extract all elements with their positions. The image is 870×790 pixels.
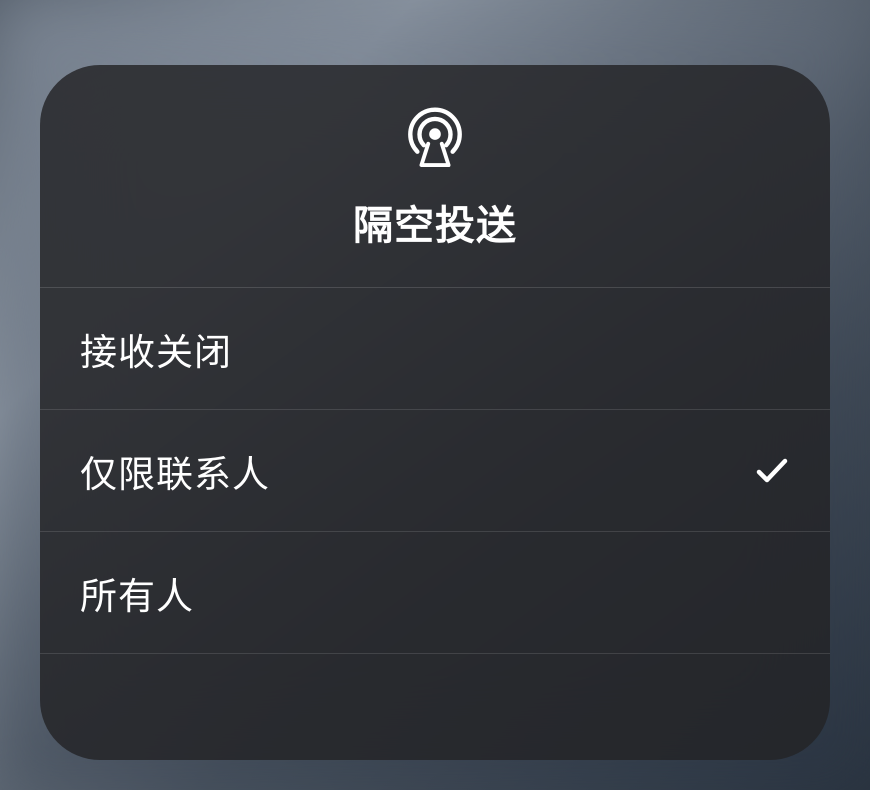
airdrop-settings-panel: 隔空投送 接收关闭 仅限联系人: [40, 65, 830, 760]
panel-title: 隔空投送: [353, 193, 517, 251]
panel-header: 隔空投送: [40, 65, 830, 288]
blurred-background: 隔空投送 接收关闭 仅限联系人: [0, 0, 870, 790]
options-list: 接收关闭 仅限联系人 所有人: [40, 288, 830, 760]
option-receiving-off[interactable]: 接收关闭: [40, 288, 830, 410]
airdrop-icon: [404, 105, 466, 167]
option-everyone[interactable]: 所有人: [40, 532, 830, 654]
option-label: 所有人: [80, 566, 194, 620]
option-label: 接收关闭: [80, 322, 232, 376]
checkmark-icon: [754, 453, 790, 489]
option-label: 仅限联系人: [80, 444, 270, 498]
option-contacts-only[interactable]: 仅限联系人: [40, 410, 830, 532]
